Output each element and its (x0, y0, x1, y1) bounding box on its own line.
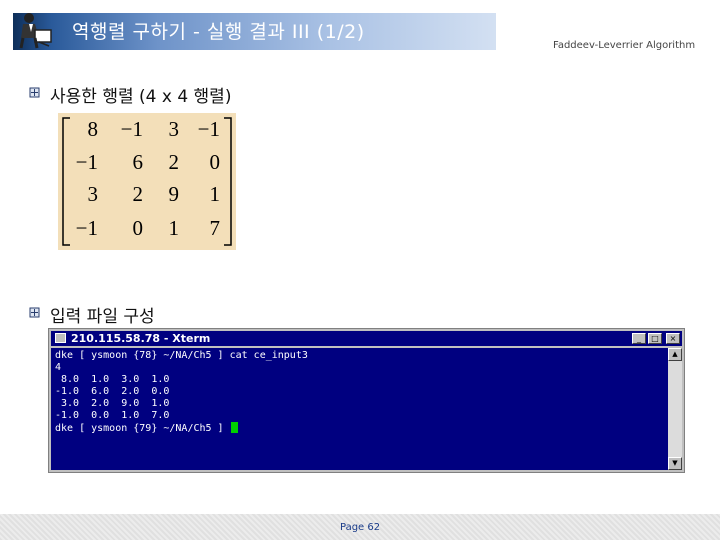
matrix-cell: −1 (197, 117, 220, 141)
terminal-titlebar[interactable]: 210.115.58.78 - Xterm _ □ × (51, 331, 682, 346)
algorithm-subtitle: Faddeev-Leverrier Algorithm (553, 40, 696, 51)
matrix-cell: −1 (75, 216, 98, 240)
terminal-line: -1.0 0.0 1.0 7.0 (55, 410, 170, 421)
matrix-cell: 0 (209, 150, 221, 174)
xterm-icon[interactable] (55, 333, 66, 343)
terminal-line: -1.0 6.0 2.0 0.0 (55, 386, 170, 397)
scroll-up-button[interactable]: ▲ (668, 348, 682, 361)
matrix-cell: 1 (168, 216, 180, 240)
terminal-scrollbar[interactable]: ▲ ▼ (668, 348, 682, 470)
section-heading-input-file: 입력 파일 구성 (50, 307, 155, 327)
terminal-line: 4 (55, 362, 62, 373)
terminal-prompt-line: dke [ ysmoon {79} ~/NA/Ch5 ] (55, 422, 238, 435)
matrix-cell: 7 (209, 216, 221, 240)
matrix-cell: −1 (75, 150, 98, 174)
matrix-cell: 0 (132, 216, 144, 240)
bullet-icon (29, 307, 40, 318)
matrix-cell: 2 (132, 182, 144, 206)
scroll-down-button[interactable]: ▼ (668, 457, 682, 470)
matrix-cell: 9 (168, 182, 180, 206)
terminal-line: 8.0 1.0 3.0 1.0 (55, 374, 170, 385)
terminal-line: 3.0 2.0 9.0 1.0 (55, 398, 170, 409)
matrix-cell: 1 (209, 182, 221, 206)
terminal-cursor (230, 422, 238, 433)
page-number: Page 62 (340, 522, 381, 533)
presenter-icon (19, 13, 52, 49)
matrix-cell: 3 (168, 117, 180, 141)
matrix: 8 −1 3 −1 −1 6 2 0 3 2 9 1 −1 0 1 7 (58, 113, 236, 250)
terminal-prompt: dke [ ysmoon {79} ~/NA/Ch5 ] (55, 423, 230, 434)
page-title: 역행렬 구하기 - 실행 결과 III (1/2) (72, 21, 365, 43)
maximize-button[interactable]: □ (648, 333, 662, 344)
matrix-cell: 8 (87, 117, 99, 141)
matrix-cell: 2 (168, 150, 180, 174)
minimize-button[interactable]: _ (632, 333, 646, 344)
bullet-icon (29, 87, 40, 98)
matrix-cell: 3 (87, 182, 99, 206)
terminal-window[interactable]: 210.115.58.78 - Xterm _ □ × dke [ ysmoon… (48, 328, 685, 473)
section-heading-matrix: 사용한 행렬 (4 x 4 행렬) (50, 87, 232, 107)
terminal-output[interactable]: dke [ ysmoon {78} ~/NA/Ch5 ] cat ce_inpu… (51, 348, 668, 470)
matrix-cell: −1 (120, 117, 143, 141)
terminal-line: dke [ ysmoon {78} ~/NA/Ch5 ] cat ce_inpu… (55, 350, 308, 361)
close-button[interactable]: × (666, 333, 680, 344)
terminal-title: 210.115.58.78 - Xterm (71, 332, 211, 345)
matrix-cell: 6 (132, 150, 144, 174)
